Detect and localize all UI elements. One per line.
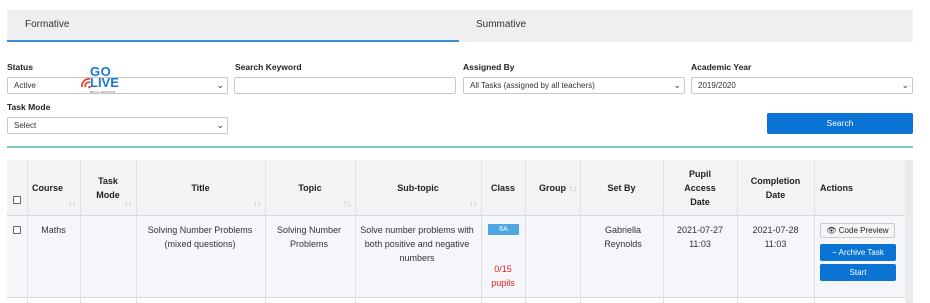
archive-task-label: Archive Task <box>838 248 884 257</box>
assigned-by-label: Assigned By <box>463 62 515 72</box>
column-header-task-mode[interactable]: Task Mode ↑↓ <box>80 160 136 216</box>
title-cell: Solving Number Problems (mixed questions… <box>147 225 253 249</box>
assigned-by-value: All Tasks (assigned by all teachers) <box>470 81 595 90</box>
column-header-class: Class <box>481 160 525 216</box>
column-header-completion-date: Completion Date <box>737 160 814 216</box>
set-by-cell: Gabriella Reynolds <box>604 225 642 249</box>
academic-year-select[interactable]: 2019/2020 ⌄ <box>691 77 913 94</box>
status-label: Status <box>7 62 33 72</box>
column-header-label: Task Mode <box>96 176 120 200</box>
sort-arrows-icon[interactable]: ↑↓ <box>569 182 577 196</box>
tab-formative[interactable]: Formative <box>7 10 459 42</box>
assigned-by-select[interactable]: All Tasks (assigned by all teachers) ⌄ <box>463 77 685 94</box>
column-header-label: Group <box>539 183 566 193</box>
subtopic-cell: Solve number problems with both positive… <box>360 225 474 263</box>
completion-date-cell: 2021-07-28 11:03 <box>752 225 799 249</box>
search-keyword-label: Search Keyword <box>235 62 302 72</box>
column-header-label: Completion Date <box>750 176 801 200</box>
archive-task-button[interactable]: − Archive Task <box>820 244 896 261</box>
class-badge[interactable]: 6A <box>488 224 519 235</box>
column-header-title[interactable]: Title ↑↓ <box>136 160 265 216</box>
tab-summative[interactable]: Summative <box>476 10 913 42</box>
column-header-set-by: Set By <box>580 160 663 216</box>
column-header-label: Title <box>191 183 210 193</box>
logo-live-text: LIVE <box>90 75 119 90</box>
sort-arrows-icon[interactable]: ↑↓ <box>469 197 477 211</box>
column-header-label: Actions <box>820 183 854 193</box>
pupil-count[interactable]: 0/15 pupils <box>483 262 523 290</box>
column-header-label: Class <box>490 183 516 193</box>
code-preview-label: Code Preview <box>838 226 889 235</box>
task-type-tabs: Formative Summative <box>7 10 913 42</box>
column-header-label: Sub-topic <box>397 183 439 193</box>
column-header-actions: Actions <box>814 160 912 216</box>
column-header-label: Topic <box>298 183 322 193</box>
eye-icon: 👁 <box>826 226 837 235</box>
chevron-down-icon: ⌄ <box>216 80 224 90</box>
logo-beta-text: BETA VERSION <box>90 90 116 94</box>
sort-arrows-icon[interactable]: ↑↓ <box>253 197 261 211</box>
column-header-label: Pupil Access Date <box>684 169 716 207</box>
sort-arrows-icon[interactable]: ↑↓ <box>124 197 132 211</box>
column-header-course[interactable]: Course ↑↓ <box>27 160 80 216</box>
status-value: Active <box>14 81 36 90</box>
chevron-down-icon: ⌄ <box>901 80 909 90</box>
column-header-label: Set By <box>607 183 636 193</box>
row-checkbox[interactable] <box>13 226 21 234</box>
column-header-topic[interactable]: Topic ↑↓ <box>265 160 355 216</box>
chevron-down-icon: ⌄ <box>673 80 681 90</box>
course-cell: Maths <box>41 225 66 235</box>
section-divider <box>7 146 913 148</box>
minus-icon: − <box>832 248 837 257</box>
sort-arrows-icon[interactable]: ↑↓ <box>343 197 351 211</box>
column-header-access-date: Pupil Access Date <box>663 160 737 216</box>
topic-cell: Solving Number Problems <box>276 225 342 249</box>
column-header-group[interactable]: Group ↑↓ <box>525 160 580 216</box>
vertical-scrollbar[interactable] <box>905 160 913 303</box>
code-preview-button[interactable]: 👁 Code Preview <box>820 223 895 238</box>
select-all-checkbox[interactable] <box>13 196 21 204</box>
task-mode-select[interactable]: Select ⌄ <box>7 117 228 134</box>
chevron-down-icon: ⌄ <box>216 120 224 130</box>
search-keyword-input[interactable] <box>234 77 456 94</box>
academic-year-value: 2019/2020 <box>698 81 736 90</box>
academic-year-label: Academic Year <box>691 62 752 72</box>
search-button[interactable]: Search <box>767 113 913 134</box>
sort-arrows-icon[interactable]: ↑↓ <box>68 197 76 211</box>
go-live-logo: GO LIVE BETA VERSION <box>80 64 124 100</box>
column-header-label: Course <box>32 183 64 193</box>
column-header-subtopic[interactable]: Sub-topic ↑↓ <box>355 160 481 216</box>
task-mode-label: Task Mode <box>7 102 51 112</box>
access-date-cell: 2021-07-27 11:03 <box>676 225 724 249</box>
task-mode-value: Select <box>14 121 37 130</box>
start-button[interactable]: Start <box>820 264 896 281</box>
